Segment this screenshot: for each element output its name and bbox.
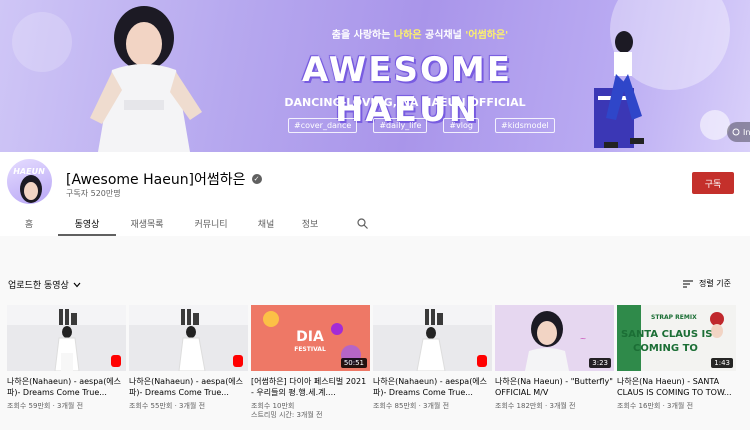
subscribe-button[interactable]: 구독 [692, 172, 734, 194]
shorts-icon [477, 355, 487, 367]
banner-link[interactable]: In [727, 122, 750, 142]
video-views: 조회수 59만회 [7, 402, 51, 410]
video-grid: 나하은(Nahaeun) - aespa(에스파)- Dreams Come T… [7, 305, 750, 420]
channel-search-button[interactable] [350, 211, 374, 236]
banner-subtitle: DANCING-LOVING, NA HAEUN OFFICIAL [284, 96, 526, 109]
video-card[interactable]: STRAP REMIX SANTA CLAUS IS COMING TO 1:4… [617, 305, 736, 420]
video-thumbnail[interactable] [7, 305, 126, 371]
video-duration: 50:51 [340, 358, 367, 368]
video-meta: 조회수 59만회 · 3개월 전 [7, 402, 84, 410]
video-title[interactable]: 나하은(Na Haeun) - "Butterfly" OFFICIAL M/V [495, 376, 614, 398]
video-views: 조회수 182만회 [495, 402, 543, 410]
video-age: 3개월 전 [549, 402, 576, 410]
tab-about[interactable]: 정보 [288, 211, 332, 236]
festival-logo-text: DIA [296, 329, 324, 345]
video-age: 3개월 전 [423, 402, 450, 410]
video-meta: 조회수 16만회 · 3개월 전 [617, 402, 694, 410]
video-title[interactable]: 나하은(Nahaeun) - aespa(에스파)- Dreams Come T… [7, 376, 126, 398]
video-meta: 조회수 182만회 · 3개월 전 [495, 402, 576, 410]
channel-name-text: [Awesome Haeun]어썸하은 [66, 172, 246, 188]
video-duration: 3:23 [589, 358, 611, 368]
video-title[interactable]: 나하은(Nahaeun) - aespa(에스파)- Dreams Come T… [373, 376, 492, 398]
search-icon [356, 218, 368, 229]
festival-sub-text: FESTIVAL [294, 346, 326, 353]
thumb-line2-text: COMING TO [633, 343, 698, 354]
tab-playlists[interactable]: 재생목록 [116, 211, 178, 236]
avatar-image: HAEUN [13, 167, 45, 203]
video-card[interactable]: 나하은(Nahaeun) - aespa(에스파)- Dreams Come T… [129, 305, 248, 420]
shorts-icon [233, 355, 243, 367]
banner-person-image [90, 6, 202, 152]
uploads-dropdown[interactable]: 업로드한 동영상 [8, 278, 81, 291]
video-card[interactable]: ~ 3:23 나하은(Na Haeun) - "Butterfly" OFFIC… [495, 305, 614, 420]
video-thumbnail[interactable] [373, 305, 492, 371]
video-card[interactable]: 나하은(Nahaeun) - aespa(에스파)- Dreams Come T… [7, 305, 126, 420]
video-duration: 1:43 [711, 358, 733, 368]
avatar[interactable]: HAEUN [7, 159, 52, 204]
video-age: 3개월 전 [57, 402, 84, 410]
video-title[interactable]: [어썸하은] 다이아 페스티벌 2021 - 우리들의 평.행.세.계.... [251, 376, 370, 398]
subscriber-count: 구독자 520만명 [66, 189, 121, 198]
svg-text:~: ~ [580, 334, 587, 343]
tab-home[interactable]: 홈 [0, 211, 58, 236]
video-views: 조회수 55만회 [129, 402, 173, 410]
verified-icon: ✓ [251, 174, 262, 184]
video-thumbnail[interactable]: ~ 3:23 [495, 305, 614, 371]
video-title[interactable]: 나하은(Nahaeun) - aespa(에스파)- Dreams Come T… [129, 376, 248, 398]
thumbnail-image [373, 305, 492, 371]
channel-name: [Awesome Haeun]어썸하은 ✓ [66, 169, 262, 189]
video-title[interactable]: 나하은(Na Haeun) - SANTA CLAUS IS COMING TO… [617, 376, 736, 398]
video-thumbnail[interactable] [129, 305, 248, 371]
tab-channels[interactable]: 채널 [244, 211, 288, 236]
banner-hashtags: #cover_dance #daily_life #vlog #kidsmode… [288, 118, 555, 133]
banner-person-image-2 [594, 31, 644, 148]
video-stream-time: 스트리밍 시간: 3개월 전 [251, 411, 323, 419]
thumbnail-image [7, 305, 126, 371]
video-views: 조회수 16만회 [617, 402, 661, 410]
sort-button[interactable]: 정렬 기준 [683, 278, 731, 289]
video-thumbnail[interactable]: DIA FESTIVAL 50:51 [251, 305, 370, 371]
link-icon [732, 128, 740, 136]
hashtag: #vlog [443, 118, 479, 133]
banner-tagline: 춤을 사랑하는 나하은 공식채널 '어썸하은' [331, 30, 509, 41]
shorts-icon [111, 355, 121, 367]
video-thumbnail[interactable]: STRAP REMIX SANTA CLAUS IS COMING TO 1:4… [617, 305, 736, 371]
video-meta: 조회수 10만회 스트리밍 시간: 3개월 전 [251, 402, 370, 420]
hashtag: #daily_life [373, 118, 428, 133]
tab-videos[interactable]: 동영상 [58, 211, 116, 236]
thumb-line1-text: SANTA CLAUS IS [621, 329, 712, 340]
avatar-logo-text: HAEUN [13, 167, 45, 176]
video-views: 조회수 10만회 [251, 402, 295, 410]
sort-icon [683, 280, 693, 287]
thumbnail-image [129, 305, 248, 371]
tab-community[interactable]: 커뮤니티 [178, 211, 244, 236]
hashtag: #cover_dance [288, 118, 358, 133]
video-card[interactable]: DIA FESTIVAL 50:51 [어썸하은] 다이아 페스티벌 2021 … [251, 305, 370, 420]
channel-banner: 춤을 사랑하는 나하은 공식채널 '어썸하은' AWESOME HAEUN DA… [0, 0, 750, 152]
thumb-top-text: STRAP REMIX [651, 314, 697, 321]
chevron-down-icon [73, 282, 81, 287]
video-meta: 조회수 55만회 · 3개월 전 [129, 402, 206, 410]
video-meta: 조회수 85만회 · 3개월 전 [373, 402, 450, 410]
channel-tabs: 홈 동영상 재생목록 커뮤니티 채널 정보 [0, 211, 750, 236]
hashtag: #kidsmodel [495, 118, 555, 133]
video-views: 조회수 85만회 [373, 402, 417, 410]
video-age: 3개월 전 [667, 402, 694, 410]
videos-toolbar: 업로드한 동영상 정렬 기준 [0, 236, 750, 296]
video-card[interactable]: 나하은(Nahaeun) - aespa(에스파)- Dreams Come T… [373, 305, 492, 420]
video-age: 3개월 전 [179, 402, 206, 410]
channel-header: HAEUN [Awesome Haeun]어썸하은 ✓ 구독자 520만명 구독… [0, 152, 750, 236]
